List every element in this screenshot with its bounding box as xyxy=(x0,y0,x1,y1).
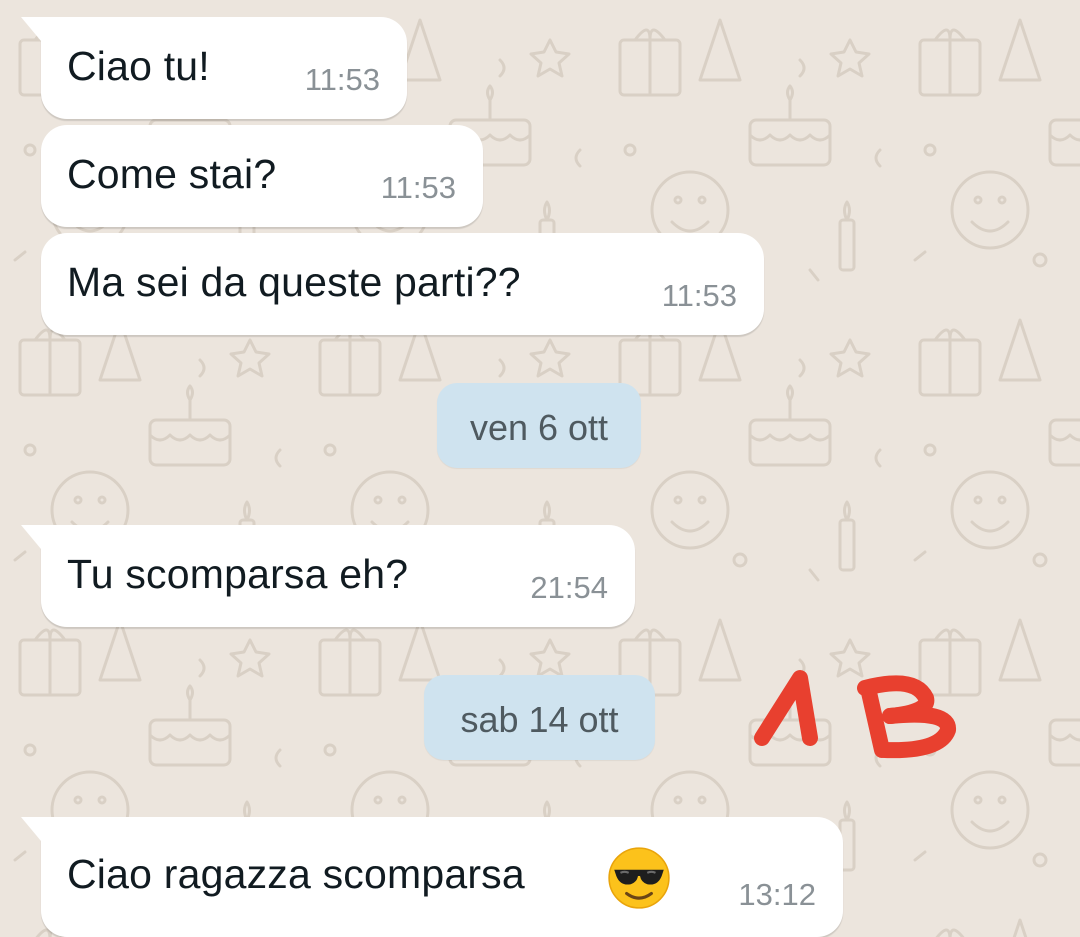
sunglasses-emoji-icon xyxy=(608,847,670,909)
message-bubble[interactable]: Tu scomparsa eh? 21:54 xyxy=(21,525,635,627)
message-text: Ciao ragazza scomparsa xyxy=(67,851,525,897)
message-text: Ciao tu! xyxy=(67,43,210,89)
message-time: 11:53 xyxy=(661,278,737,313)
message-text: Ma sei da queste parti?? xyxy=(67,259,521,305)
message-bubble[interactable]: Ciao tu! 11:53 xyxy=(21,17,407,119)
handwritten-annotation xyxy=(754,670,956,759)
message-bubble[interactable]: Ciao ragazza scomparsa 13:12 xyxy=(21,817,843,937)
date-separator: ven 6 ott xyxy=(437,383,641,468)
message-time: 11:53 xyxy=(380,170,456,205)
message-text: Come stai? xyxy=(67,151,277,197)
message-time: 13:12 xyxy=(738,877,816,912)
date-separator-label: ven 6 ott xyxy=(469,407,609,448)
date-separator: sab 14 ott xyxy=(424,675,655,760)
message-time: 21:54 xyxy=(530,570,608,605)
message-bubble[interactable]: Ma sei da queste parti?? 11:53 xyxy=(41,233,764,335)
message-bubble[interactable]: Come stai? 11:53 xyxy=(41,125,483,227)
message-text: Tu scomparsa eh? xyxy=(67,551,409,597)
date-separator-label: sab 14 ott xyxy=(460,699,619,740)
message-time: 11:53 xyxy=(304,62,380,97)
